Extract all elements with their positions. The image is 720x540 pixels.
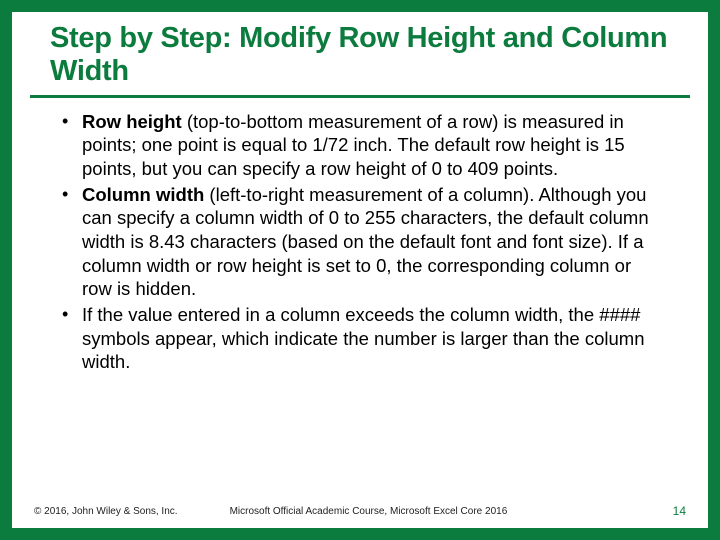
header: Step by Step: Modify Row Height and Colu… <box>30 12 690 98</box>
list-item: If the value entered in a column exceeds… <box>60 303 660 374</box>
footer: © 2016, John Wiley & Sons, Inc. Microsof… <box>12 504 708 528</box>
bullet-lead: Row height <box>82 111 182 132</box>
footer-copyright: © 2016, John Wiley & Sons, Inc. <box>34 506 178 517</box>
list-item: Column width (left-to-right measurement … <box>60 183 660 301</box>
footer-course: Microsoft Official Academic Course, Micr… <box>178 506 673 517</box>
bullet-lead: Column width <box>82 184 204 205</box>
bullet-rest: If the value entered in a column exceeds… <box>82 304 645 372</box>
slide-body: Row height (top-to-bottom measurement of… <box>12 106 708 504</box>
bullet-list: Row height (top-to-bottom measurement of… <box>60 110 660 374</box>
slide-title: Step by Step: Modify Row Height and Colu… <box>50 22 670 89</box>
slide: Step by Step: Modify Row Height and Colu… <box>12 12 708 528</box>
list-item: Row height (top-to-bottom measurement of… <box>60 110 660 181</box>
footer-page-number: 14 <box>673 504 686 518</box>
